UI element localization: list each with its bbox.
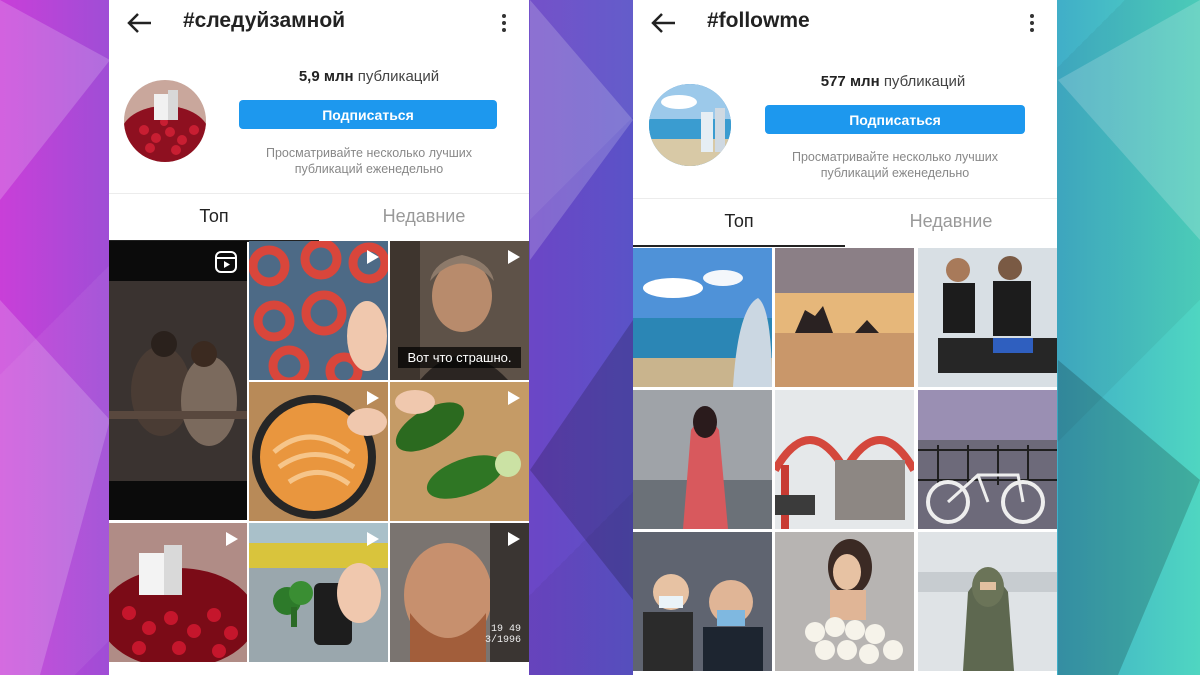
grid-post[interactable] (390, 382, 529, 521)
play-icon (508, 532, 520, 546)
play-icon (508, 391, 520, 405)
posts-grid (633, 248, 1057, 675)
hashtag-title: #следуйзамной (183, 9, 346, 32)
background-pattern-left (0, 0, 110, 675)
follow-button[interactable]: Подписаться (765, 105, 1025, 134)
follow-button[interactable]: Подписаться (239, 100, 497, 129)
top-posts-hint: Просматривайте несколько лучших публикац… (791, 150, 999, 180)
tab-top[interactable]: Топ (109, 206, 319, 227)
reels-icon (215, 251, 237, 273)
background-pattern-right (1058, 0, 1200, 675)
grid-post[interactable] (775, 532, 914, 671)
grid-post[interactable] (633, 248, 772, 387)
video-caption: Вот что страшно. (398, 347, 521, 368)
grid-post[interactable]: Вот что страшно. (390, 241, 529, 380)
play-icon (367, 391, 379, 405)
grid-post[interactable] (249, 241, 388, 380)
top-bar: #следуйзамной (109, 0, 529, 48)
posts-grid: Вот что страшно. 19 49 3/1996 (109, 241, 529, 675)
top-bar: #followme (633, 0, 1057, 48)
more-vertical-icon[interactable] (501, 12, 507, 32)
grid-post[interactable] (918, 532, 1057, 671)
tab-recent[interactable]: Недавние (845, 211, 1057, 232)
top-posts-hint: Просматривайте несколько лучших публикац… (265, 146, 473, 176)
play-icon (367, 250, 379, 264)
grid-post[interactable] (109, 523, 247, 662)
hashtag-avatar (649, 84, 731, 166)
tab-top[interactable]: Топ (633, 211, 845, 232)
tab-bar: Топ Недавние (109, 193, 529, 242)
hashtag-title: #followme (707, 9, 810, 32)
grid-post[interactable] (918, 248, 1057, 387)
back-arrow-icon[interactable] (649, 10, 679, 36)
grid-post[interactable] (633, 532, 772, 671)
more-vertical-icon[interactable] (1029, 12, 1035, 32)
post-count: 577 млн публикаций (820, 73, 966, 90)
play-icon (367, 532, 379, 546)
grid-post-reel[interactable] (109, 241, 247, 520)
grid-post[interactable] (918, 390, 1057, 529)
grid-post[interactable] (775, 248, 914, 387)
hashtag-header: 577 млн публикаций Подписаться Просматри… (633, 48, 1057, 193)
right-hashtag-screen: #followme 577 млн публикаций Подписаться… (633, 0, 1057, 675)
grid-post[interactable] (775, 390, 914, 529)
play-icon (226, 532, 238, 546)
background-pattern-middle (530, 0, 633, 600)
grid-post[interactable] (249, 382, 388, 521)
post-count: 5,9 млн публикаций (298, 68, 440, 85)
hashtag-header: 5,9 млн публикаций Подписаться Просматри… (109, 48, 529, 193)
left-hashtag-screen: #следуйзамной 5,9 млн публикаций Подписа… (109, 0, 529, 675)
play-icon (508, 250, 520, 264)
back-arrow-icon[interactable] (125, 10, 155, 36)
hashtag-avatar (124, 80, 206, 162)
tab-bar: Топ Недавние (633, 198, 1057, 247)
grid-post[interactable] (249, 523, 388, 662)
active-tab-indicator (633, 245, 845, 247)
grid-post[interactable]: 19 49 3/1996 (390, 523, 529, 662)
video-timestamp: 19 49 3/1996 (484, 624, 521, 646)
grid-post[interactable] (633, 390, 772, 529)
tab-recent[interactable]: Недавние (319, 206, 529, 227)
